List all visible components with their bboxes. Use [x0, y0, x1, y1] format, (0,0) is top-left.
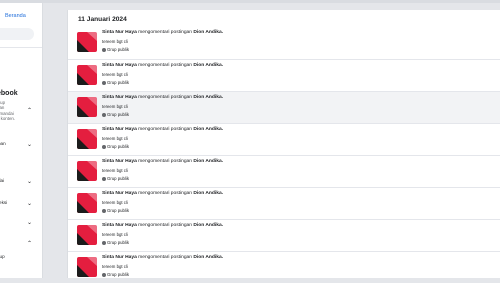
globe-icon — [102, 208, 106, 213]
privacy-label: Grup publik — [102, 176, 129, 181]
comment-text: tereem bgt cli — [102, 39, 128, 44]
actor-name[interactable]: Sinta Nur Haya — [102, 95, 137, 100]
privacy-label: Grup publik — [102, 47, 129, 52]
search-input[interactable] — [0, 28, 34, 40]
privacy-label: Grup publik — [102, 144, 129, 149]
list-item[interactable]: Sinta Nur Haya mengomentari postingan Di… — [68, 251, 500, 283]
group-thumbnail-icon — [77, 161, 97, 181]
notification-text: Sinta Nur Haya mengomentari postingan Di… — [102, 95, 223, 100]
action-text: mengomentari postingan — [138, 223, 192, 228]
target-name[interactable]: Dion Andika. — [193, 127, 223, 132]
chevron-up-icon[interactable]: ⌃ — [27, 107, 32, 114]
notification-text: Sinta Nur Haya mengomentari postingan Di… — [102, 255, 223, 260]
notification-text: Sinta Nur Haya mengomentari postingan Di… — [102, 63, 223, 68]
chevron-up-icon[interactable]: ⌃ — [27, 240, 32, 247]
action-text: mengomentari postingan — [138, 30, 192, 35]
action-text: mengomentari postingan — [138, 191, 192, 196]
activity-log-sidebar: Beranda ebook ikup dan emandai a konten.… — [0, 3, 43, 278]
globe-icon — [102, 240, 106, 245]
chevron-down-icon[interactable]: ⌄ — [27, 141, 32, 148]
section-title: ebook — [0, 90, 18, 97]
sidebar-item-label[interactable]: leksi — [0, 200, 7, 205]
top-bar — [0, 0, 500, 3]
activity-feed: 11 Januari 2024 Sinta Nur Haya mengoment… — [67, 10, 500, 278]
globe-icon — [102, 47, 106, 52]
privacy-text: Grup publik — [107, 176, 129, 181]
privacy-label: Grup publik — [102, 80, 129, 85]
notification-text: Sinta Nur Haya mengomentari postingan Di… — [102, 127, 223, 132]
actor-name[interactable]: Sinta Nur Haya — [102, 191, 137, 196]
globe-icon — [102, 112, 106, 117]
target-name[interactable]: Dion Andika. — [193, 159, 223, 164]
target-name[interactable]: Dion Andika. — [193, 95, 223, 100]
comment-text: tereem bgt cli — [102, 104, 128, 109]
group-thumbnail-icon — [77, 225, 97, 245]
actor-name[interactable]: Sinta Nur Haya — [102, 255, 137, 260]
privacy-text: Grup publik — [107, 80, 129, 85]
list-item[interactable]: Sinta Nur Haya mengomentari postingan Di… — [68, 187, 500, 219]
section-description: ikup dan emandai a konten. — [0, 100, 16, 121]
sidebar-item-label[interactable]: dai — [0, 178, 4, 183]
target-name[interactable]: Dion Andika. — [193, 63, 223, 68]
target-name[interactable]: Dion Andika. — [193, 191, 223, 196]
privacy-label: Grup publik — [102, 112, 129, 117]
globe-icon — [102, 176, 106, 181]
globe-icon — [102, 80, 106, 85]
comment-text: tereem bgt cli — [102, 168, 128, 173]
privacy-text: Grup publik — [107, 208, 129, 213]
privacy-text: Grup publik — [107, 112, 129, 117]
comment-text: tereem bgt cli — [102, 264, 128, 269]
sidebar-divider — [0, 47, 42, 48]
privacy-text: Grup publik — [107, 272, 129, 277]
group-thumbnail-icon — [77, 97, 97, 117]
globe-icon — [102, 272, 106, 277]
action-text: mengomentari postingan — [138, 159, 192, 164]
privacy-label: Grup publik — [102, 208, 129, 213]
privacy-text: Grup publik — [107, 144, 129, 149]
privacy-label: Grup publik — [102, 272, 129, 277]
list-item[interactable]: Sinta Nur Haya mengomentari postingan Di… — [68, 219, 500, 251]
target-name[interactable]: Dion Andika. — [193, 223, 223, 228]
globe-icon — [102, 144, 106, 149]
privacy-label: Grup publik — [102, 240, 129, 245]
action-text: mengomentari postingan — [138, 255, 192, 260]
list-item[interactable]: Sinta Nur Haya mengomentari postingan Di… — [68, 27, 500, 58]
sidebar-item-label[interactable]: rup — [0, 254, 5, 259]
list-item[interactable]: Sinta Nur Haya mengomentari postingan Di… — [68, 91, 500, 123]
action-text: mengomentari postingan — [138, 63, 192, 68]
chevron-down-icon[interactable]: ⌄ — [27, 200, 32, 207]
actor-name[interactable]: Sinta Nur Haya — [102, 159, 137, 164]
list-item[interactable]: Sinta Nur Haya mengomentari postingan Di… — [68, 59, 500, 91]
notification-text: Sinta Nur Haya mengomentari postingan Di… — [102, 223, 223, 228]
notification-text: Sinta Nur Haya mengomentari postingan Di… — [102, 30, 223, 35]
actor-name[interactable]: Sinta Nur Haya — [102, 63, 137, 68]
comment-text: tereem bgt cli — [102, 72, 128, 77]
actor-name[interactable]: Sinta Nur Haya — [102, 127, 137, 132]
sidebar-item-label[interactable]: pan — [0, 141, 6, 146]
privacy-text: Grup publik — [107, 47, 129, 52]
target-name[interactable]: Dion Andika. — [193, 30, 223, 35]
actor-name[interactable]: Sinta Nur Haya — [102, 223, 137, 228]
target-name[interactable]: Dion Andika. — [193, 255, 223, 260]
action-text: mengomentari postingan — [138, 127, 192, 132]
comment-text: tereem bgt cli — [102, 136, 128, 141]
home-link[interactable]: Beranda — [5, 13, 26, 19]
group-thumbnail-icon — [77, 65, 97, 85]
privacy-text: Grup publik — [107, 240, 129, 245]
notification-text: Sinta Nur Haya mengomentari postingan Di… — [102, 159, 223, 164]
actor-name[interactable]: Sinta Nur Haya — [102, 30, 137, 35]
notification-text: Sinta Nur Haya mengomentari postingan Di… — [102, 191, 223, 196]
action-text: mengomentari postingan — [138, 95, 192, 100]
group-thumbnail-icon — [77, 257, 97, 277]
chevron-down-icon[interactable]: ⌄ — [27, 219, 32, 226]
comment-text: tereem bgt cli — [102, 200, 128, 205]
group-thumbnail-icon — [77, 129, 97, 149]
chevron-down-icon[interactable]: ⌄ — [27, 178, 32, 185]
list-item[interactable]: Sinta Nur Haya mengomentari postingan Di… — [68, 123, 500, 155]
list-item[interactable]: Sinta Nur Haya mengomentari postingan Di… — [68, 155, 500, 187]
comment-text: tereem bgt cli — [102, 232, 128, 237]
date-header: 11 Januari 2024 — [78, 16, 127, 23]
group-thumbnail-icon — [77, 193, 97, 213]
group-thumbnail-icon — [77, 32, 97, 52]
